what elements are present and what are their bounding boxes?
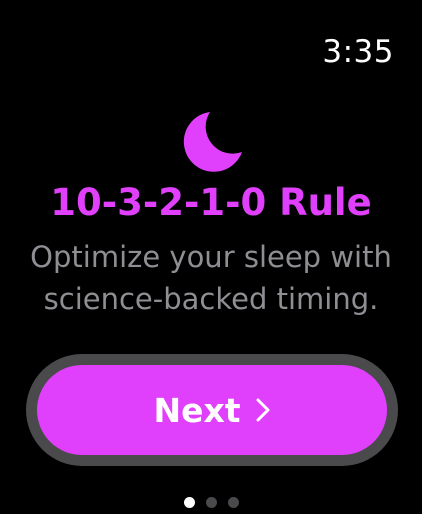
page-dot [183, 497, 195, 508]
page-dot [205, 497, 217, 508]
watch-screen: 3:35 10-3-2-1-0 Rule Optimize your sleep… [0, 0, 422, 514]
next-button[interactable]: Next [37, 365, 387, 455]
moon-icon [183, 112, 242, 172]
chevron-right-icon [256, 398, 270, 422]
status-time: 3:35 [322, 34, 394, 70]
next-button-frame: Next [26, 354, 398, 466]
page-indicator [0, 497, 422, 508]
page-dot [227, 497, 239, 508]
subtitle-line-1: Optimize your sleep with [30, 240, 392, 274]
subtitle-line-2: science-backed timing. [43, 282, 379, 316]
next-button-label: Next [153, 390, 241, 430]
page-title: 10-3-2-1-0 Rule [50, 181, 372, 224]
page-subtitle: Optimize your sleep with science-backed … [0, 236, 422, 320]
